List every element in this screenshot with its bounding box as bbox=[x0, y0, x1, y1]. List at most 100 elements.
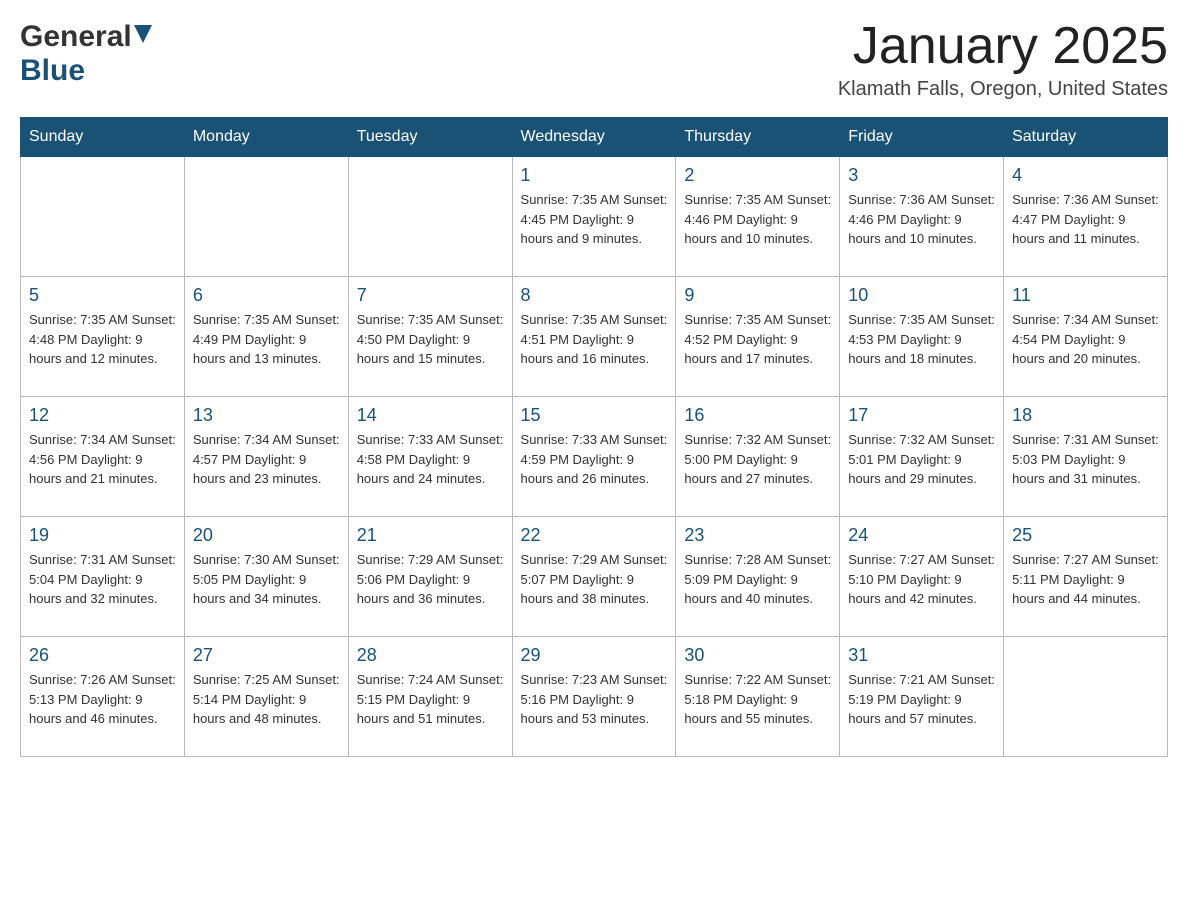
calendar-cell bbox=[21, 157, 185, 277]
calendar-cell: 14Sunrise: 7:33 AM Sunset: 4:58 PM Dayli… bbox=[348, 397, 512, 517]
calendar-cell: 13 Sunrise: 7:34 AM Sunset: 4:57 PM Dayli… bbox=[184, 397, 348, 517]
day-info: Sunrise: 7:32 AM Sunset: 5:00 PM Dayligh… bbox=[684, 430, 831, 489]
logo-triangle-icon bbox=[134, 25, 152, 48]
calendar-cell: 21 Sunrise: 7:29 AM Sunset: 5:06 PM Dayli… bbox=[348, 517, 512, 637]
calendar-cell: 8 Sunrise: 7:35 AM Sunset: 4:51 PM Daylig… bbox=[512, 277, 676, 397]
weekday-header-tuesday: Tuesday bbox=[348, 118, 512, 157]
calendar-cell: 18Sunrise: 7:31 AM Sunset: 5:03 PM Dayli… bbox=[1004, 397, 1168, 517]
day-info: Sunrise: 7:32 AM Sunset: 5:01 PM Dayligh… bbox=[848, 430, 995, 489]
day-info: Sunrise: 7:35 AM Sunset: 4:50 PM Dayligh… bbox=[357, 310, 504, 369]
logo-blue-text: Blue bbox=[20, 54, 85, 88]
calendar-cell: 27 Sunrise: 7:25 AM Sunset: 5:14 PM Dayli… bbox=[184, 637, 348, 757]
day-info: Sunrise: 7:29 AM Sunset: 5:07 PM Dayligh… bbox=[521, 550, 668, 609]
day-info: Sunrise: 7:29 AM Sunset: 5:06 PM Dayligh… bbox=[357, 550, 504, 609]
day-info: Sunrise: 7:27 AM Sunset: 5:10 PM Dayligh… bbox=[848, 550, 995, 609]
day-number: 30 bbox=[684, 645, 831, 666]
day-info: Sunrise: 7:34 AM Sunset: 4:54 PM Dayligh… bbox=[1012, 310, 1159, 369]
week-row-0: 1 Sunrise: 7:35 AM Sunset: 4:45 PM Daylig… bbox=[21, 157, 1168, 277]
day-info: Sunrise: 7:35 AM Sunset: 4:51 PM Dayligh… bbox=[521, 310, 668, 369]
calendar-cell bbox=[184, 157, 348, 277]
day-number: 14 bbox=[357, 405, 504, 426]
day-number: 5 bbox=[29, 285, 176, 306]
day-info: Sunrise: 7:35 AM Sunset: 4:45 PM Dayligh… bbox=[521, 190, 668, 249]
calendar-cell: 24 Sunrise: 7:27 AM Sunset: 5:10 PM Dayli… bbox=[840, 517, 1004, 637]
calendar-body: 1 Sunrise: 7:35 AM Sunset: 4:45 PM Daylig… bbox=[21, 157, 1168, 757]
calendar-cell: 29 Sunrise: 7:23 AM Sunset: 5:16 PM Dayli… bbox=[512, 637, 676, 757]
day-number: 1 bbox=[521, 165, 668, 186]
day-number: 7 bbox=[357, 285, 504, 306]
day-info: Sunrise: 7:24 AM Sunset: 5:15 PM Dayligh… bbox=[357, 670, 504, 729]
day-info: Sunrise: 7:33 AM Sunset: 4:59 PM Dayligh… bbox=[521, 430, 668, 489]
day-number: 19 bbox=[29, 525, 176, 546]
weekday-header-monday: Monday bbox=[184, 118, 348, 157]
day-number: 27 bbox=[193, 645, 340, 666]
calendar-cell: 28Sunrise: 7:24 AM Sunset: 5:15 PM Dayli… bbox=[348, 637, 512, 757]
day-info: Sunrise: 7:34 AM Sunset: 4:56 PM Dayligh… bbox=[29, 430, 176, 489]
day-number: 3 bbox=[848, 165, 995, 186]
calendar-cell: 1 Sunrise: 7:35 AM Sunset: 4:45 PM Daylig… bbox=[512, 157, 676, 277]
day-info: Sunrise: 7:27 AM Sunset: 5:11 PM Dayligh… bbox=[1012, 550, 1159, 609]
day-info: Sunrise: 7:31 AM Sunset: 5:04 PM Dayligh… bbox=[29, 550, 176, 609]
day-number: 11 bbox=[1012, 285, 1159, 306]
logo: General Blue bbox=[20, 20, 152, 88]
day-number: 21 bbox=[357, 525, 504, 546]
day-info: Sunrise: 7:26 AM Sunset: 5:13 PM Dayligh… bbox=[29, 670, 176, 729]
day-number: 25 bbox=[1012, 525, 1159, 546]
week-row-2: 12 Sunrise: 7:34 AM Sunset: 4:56 PM Dayli… bbox=[21, 397, 1168, 517]
calendar-table: SundayMondayTuesdayWednesdayThursdayFrid… bbox=[20, 117, 1168, 757]
calendar-header: SundayMondayTuesdayWednesdayThursdayFrid… bbox=[21, 118, 1168, 157]
day-number: 4 bbox=[1012, 165, 1159, 186]
day-number: 12 bbox=[29, 405, 176, 426]
weekday-header-wednesday: Wednesday bbox=[512, 118, 676, 157]
weekday-header-friday: Friday bbox=[840, 118, 1004, 157]
month-title: January 2025 bbox=[838, 20, 1168, 72]
calendar-cell: 2 Sunrise: 7:35 AM Sunset: 4:46 PM Daylig… bbox=[676, 157, 840, 277]
weekday-header-thursday: Thursday bbox=[676, 118, 840, 157]
day-number: 23 bbox=[684, 525, 831, 546]
day-info: Sunrise: 7:35 AM Sunset: 4:48 PM Dayligh… bbox=[29, 310, 176, 369]
weekday-header-row: SundayMondayTuesdayWednesdayThursdayFrid… bbox=[21, 118, 1168, 157]
day-number: 26 bbox=[29, 645, 176, 666]
day-info: Sunrise: 7:21 AM Sunset: 5:19 PM Dayligh… bbox=[848, 670, 995, 729]
day-number: 6 bbox=[193, 285, 340, 306]
day-number: 17 bbox=[848, 405, 995, 426]
day-info: Sunrise: 7:25 AM Sunset: 5:14 PM Dayligh… bbox=[193, 670, 340, 729]
day-info: Sunrise: 7:35 AM Sunset: 4:46 PM Dayligh… bbox=[684, 190, 831, 249]
title-area: January 2025 Klamath Falls, Oregon, Unit… bbox=[838, 20, 1168, 101]
location-subtitle: Klamath Falls, Oregon, United States bbox=[838, 78, 1168, 101]
calendar-cell: 7 Sunrise: 7:35 AM Sunset: 4:50 PM Daylig… bbox=[348, 277, 512, 397]
calendar-cell bbox=[348, 157, 512, 277]
calendar-cell: 20Sunrise: 7:30 AM Sunset: 5:05 PM Dayli… bbox=[184, 517, 348, 637]
day-info: Sunrise: 7:35 AM Sunset: 4:49 PM Dayligh… bbox=[193, 310, 340, 369]
calendar-cell: 11 Sunrise: 7:34 AM Sunset: 4:54 PM Dayli… bbox=[1004, 277, 1168, 397]
day-number: 24 bbox=[848, 525, 995, 546]
day-info: Sunrise: 7:23 AM Sunset: 5:16 PM Dayligh… bbox=[521, 670, 668, 729]
day-number: 9 bbox=[684, 285, 831, 306]
week-row-1: 5 Sunrise: 7:35 AM Sunset: 4:48 PM Daylig… bbox=[21, 277, 1168, 397]
calendar-cell: 5 Sunrise: 7:35 AM Sunset: 4:48 PM Daylig… bbox=[21, 277, 185, 397]
weekday-header-sunday: Sunday bbox=[21, 118, 185, 157]
calendar-cell: 30Sunrise: 7:22 AM Sunset: 5:18 PM Dayli… bbox=[676, 637, 840, 757]
calendar-cell bbox=[1004, 637, 1168, 757]
week-row-3: 19 Sunrise: 7:31 AM Sunset: 5:04 PM Dayli… bbox=[21, 517, 1168, 637]
calendar-cell: 12 Sunrise: 7:34 AM Sunset: 4:56 PM Dayli… bbox=[21, 397, 185, 517]
day-info: Sunrise: 7:35 AM Sunset: 4:53 PM Dayligh… bbox=[848, 310, 995, 369]
day-number: 2 bbox=[684, 165, 831, 186]
day-number: 13 bbox=[193, 405, 340, 426]
day-number: 8 bbox=[521, 285, 668, 306]
weekday-header-saturday: Saturday bbox=[1004, 118, 1168, 157]
day-number: 29 bbox=[521, 645, 668, 666]
page-header: General Blue January 2025 Klamath Falls,… bbox=[20, 20, 1168, 101]
day-number: 18 bbox=[1012, 405, 1159, 426]
calendar-cell: 10Sunrise: 7:35 AM Sunset: 4:53 PM Dayli… bbox=[840, 277, 1004, 397]
calendar-cell: 31Sunrise: 7:21 AM Sunset: 5:19 PM Dayli… bbox=[840, 637, 1004, 757]
week-row-4: 26 Sunrise: 7:26 AM Sunset: 5:13 PM Dayli… bbox=[21, 637, 1168, 757]
day-info: Sunrise: 7:34 AM Sunset: 4:57 PM Dayligh… bbox=[193, 430, 340, 489]
calendar-cell: 3Sunrise: 7:36 AM Sunset: 4:46 PM Daylig… bbox=[840, 157, 1004, 277]
calendar-cell: 16Sunrise: 7:32 AM Sunset: 5:00 PM Dayli… bbox=[676, 397, 840, 517]
day-info: Sunrise: 7:28 AM Sunset: 5:09 PM Dayligh… bbox=[684, 550, 831, 609]
day-info: Sunrise: 7:30 AM Sunset: 5:05 PM Dayligh… bbox=[193, 550, 340, 609]
calendar-cell: 19 Sunrise: 7:31 AM Sunset: 5:04 PM Dayli… bbox=[21, 517, 185, 637]
calendar-cell: 23 Sunrise: 7:28 AM Sunset: 5:09 PM Dayli… bbox=[676, 517, 840, 637]
calendar-cell: 17 Sunrise: 7:32 AM Sunset: 5:01 PM Dayli… bbox=[840, 397, 1004, 517]
